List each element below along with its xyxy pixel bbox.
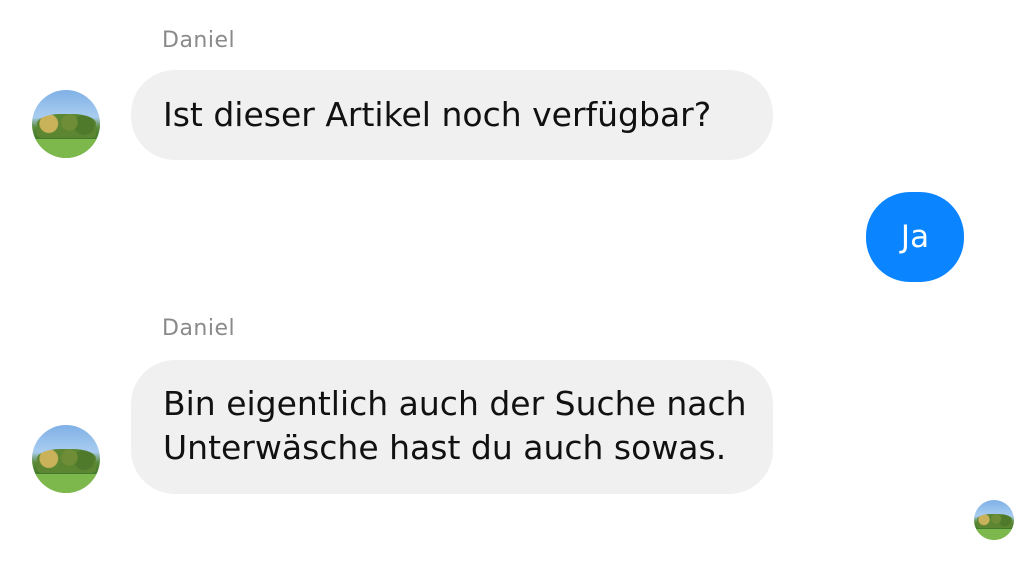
message-text-line: Unterwäsche hast du auch sowas. bbox=[163, 428, 727, 467]
message-text-line: Bin eigentlich auch der Suche nach bbox=[163, 384, 747, 423]
message-text: Ist dieser Artikel noch verfügbar? bbox=[163, 95, 712, 134]
message-bubble-outgoing[interactable]: Ja bbox=[866, 192, 964, 282]
sender-avatar[interactable] bbox=[32, 90, 100, 158]
message-bubble-incoming[interactable]: Bin eigentlich auch der Suche nach Unter… bbox=[131, 360, 773, 494]
sender-name: Daniel bbox=[162, 28, 236, 53]
chat-thread: Daniel Ist dieser Artikel noch verfügbar… bbox=[0, 0, 1024, 575]
read-receipt-avatar bbox=[974, 500, 1014, 540]
sender-name: Daniel bbox=[162, 316, 236, 341]
message-text: Ja bbox=[900, 219, 930, 255]
message-bubble-incoming[interactable]: Ist dieser Artikel noch verfügbar? bbox=[131, 70, 773, 160]
sender-avatar[interactable] bbox=[32, 425, 100, 493]
